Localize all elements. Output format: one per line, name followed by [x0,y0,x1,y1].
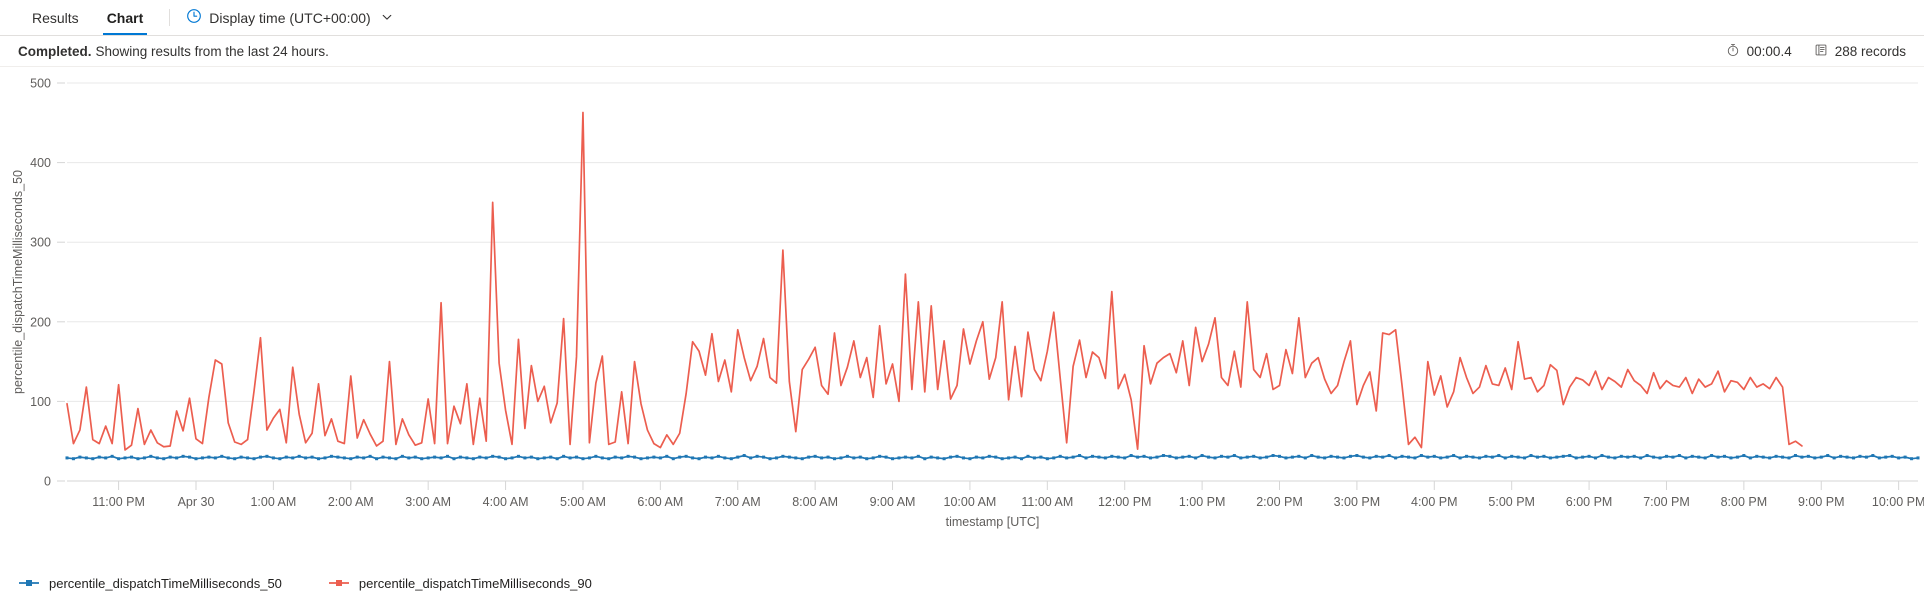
stopwatch-icon [1726,43,1740,60]
x-tick-label: 5:00 AM [560,495,606,509]
legend-label: percentile_dispatchTimeMilliseconds_90 [358,576,592,591]
x-tick-label: 1:00 AM [250,495,296,509]
x-tick-label: 1:00 PM [1179,495,1226,509]
x-tick-label: 4:00 PM [1411,495,1458,509]
status-state: Completed. [18,43,92,59]
x-tick-label: 7:00 AM [715,495,761,509]
tab-bar: Results Chart Display time (UTC+00:00) [0,0,1924,36]
x-tick-label: 3:00 AM [405,495,451,509]
tab-results[interactable]: Results [18,0,93,35]
display-time-dropdown[interactable]: Display time (UTC+00:00) [180,0,398,35]
x-tick-label: 2:00 PM [1256,495,1303,509]
x-tick-label: 8:00 PM [1721,495,1768,509]
chart-series-group [65,111,1920,461]
y-tick-label: 100 [30,395,51,409]
x-tick-label: 10:00 AM [944,495,997,509]
legend-item-1[interactable]: percentile_dispatchTimeMilliseconds_50 [18,576,282,591]
line-chart[interactable]: 0 100 200 300 400 500 11:00 PM Apr 30 1:00 AM 2:… [0,67,1924,601]
query-duration-value: 00:00.4 [1746,43,1792,59]
y-tick-label: 200 [30,315,51,329]
y-tick-label: 0 [44,475,51,489]
x-tick-label: 7:00 PM [1643,495,1690,509]
chart-gridlines [67,82,1918,482]
x-tick-label: 9:00 AM [870,495,916,509]
status-detail: Showing results from the last 24 hours. [95,43,329,59]
x-tick-label: 2:00 AM [328,495,374,509]
x-axis-title: timestamp [UTC] [946,515,1040,529]
x-tick-label: 3:00 PM [1334,495,1381,509]
legend-label: percentile_dispatchTimeMilliseconds_50 [49,576,282,591]
x-tick-label: Apr 30 [178,495,215,509]
y-tick-label: 400 [30,156,51,170]
x-tick-label: 8:00 AM [792,495,838,509]
y-tick-label: 500 [30,77,51,91]
x-tick-label: 5:00 PM [1488,495,1535,509]
status-metrics: 00:00.4 288 records [1726,43,1906,60]
chart-y-axis: 0 100 200 300 400 500 [30,77,65,489]
legend-item-2[interactable]: percentile_dispatchTimeMilliseconds_90 [328,576,592,591]
toolbar-divider [169,9,171,26]
x-tick-label: 11:00 PM [92,495,145,509]
status-message: Completed. Showing results from the last… [18,44,329,59]
chart-container: 0 100 200 300 400 500 11:00 PM Apr 30 1:00 AM 2:… [0,67,1924,601]
tab-chart[interactable]: Chart [93,0,158,35]
record-count-value: 288 records [1834,43,1906,59]
chart-x-axis: 11:00 PM Apr 30 1:00 AM 2:00 AM 3:00 AM 4:00 … [67,480,1924,509]
x-tick-label: 10:00 PM [1872,495,1924,509]
records-icon [1814,43,1828,60]
record-count: 288 records [1814,43,1906,60]
x-tick-label: 9:00 PM [1798,495,1845,509]
y-axis-title: percentile_dispatchTimeMilliseconds_50 [11,170,25,394]
x-tick-label: 11:00 AM [1021,495,1073,509]
chevron-down-icon [381,10,393,26]
tab-results-label: Results [32,9,79,26]
tab-chart-label: Chart [106,9,144,26]
x-tick-label: 6:00 PM [1566,495,1613,509]
status-bar: Completed. Showing results from the last… [0,36,1924,67]
x-tick-label: 6:00 AM [637,495,683,509]
legend-swatch-icon [18,576,40,591]
query-duration: 00:00.4 [1726,43,1792,60]
display-time-label: Display time (UTC+00:00) [209,9,371,26]
x-tick-label: 4:00 AM [483,495,529,509]
x-tick-label: 12:00 PM [1098,495,1152,509]
chart-legend: percentile_dispatchTimeMilliseconds_50 pe… [18,576,592,591]
clock-icon [186,8,202,27]
y-tick-label: 300 [30,236,51,250]
legend-swatch-icon [328,576,350,591]
